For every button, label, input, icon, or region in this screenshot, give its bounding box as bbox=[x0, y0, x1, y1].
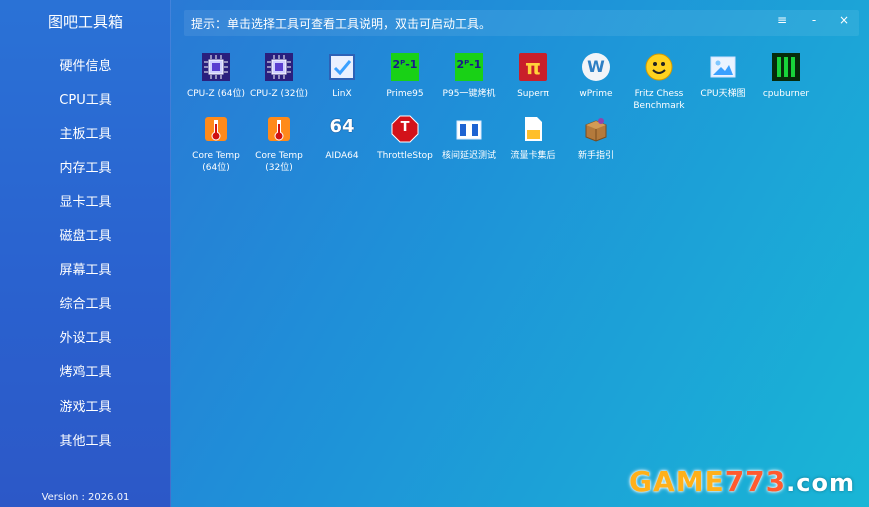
cpu-chip-icon bbox=[265, 53, 293, 81]
tool-fritz-chess[interactable]: Fritz Chess Benchmark bbox=[627, 53, 691, 112]
prime-formula-glyph: 2ᴾ-1 bbox=[456, 58, 482, 71]
prime-formula-glyph: 2ᴾ-1 bbox=[392, 58, 418, 71]
thermometer-icon bbox=[265, 115, 293, 143]
sidebar-item-disk-tools[interactable]: 磁盘工具 bbox=[0, 225, 171, 244]
menu-icon[interactable]: ≡ bbox=[772, 13, 792, 33]
watermark-part1: GAME bbox=[629, 465, 725, 498]
tool-label: LinX bbox=[332, 89, 352, 99]
tool-wprime[interactable]: W wPrime bbox=[564, 53, 628, 100]
thermometer-icon bbox=[202, 115, 230, 143]
tool-data-card[interactable]: 流量卡集后 bbox=[501, 115, 565, 162]
tool-label: 流量卡集后 bbox=[510, 151, 556, 161]
tool-label: wPrime bbox=[579, 89, 613, 99]
window-panels-icon bbox=[455, 115, 483, 143]
tool-label: 核间延迟测试 bbox=[441, 151, 496, 161]
super-pi-icon: π bbox=[519, 53, 547, 81]
stop-sign-glyph: T bbox=[400, 120, 410, 135]
tool-label: cpuburner bbox=[762, 89, 810, 99]
tool-core-latency-test[interactable]: 核间延迟测试 bbox=[437, 115, 501, 162]
tool-label: Prime95 bbox=[386, 89, 424, 99]
sidebar-item-hardware-info[interactable]: 硬件信息 bbox=[0, 55, 171, 74]
sidebar-item-screen-tools[interactable]: 屏幕工具 bbox=[0, 259, 171, 278]
checkbox-icon bbox=[328, 53, 356, 81]
super-pi-glyph: π bbox=[525, 55, 541, 79]
sidebar-item-general-tools[interactable]: 综合工具 bbox=[0, 293, 171, 312]
minimize-icon[interactable]: - bbox=[804, 13, 824, 33]
app-title: 图吧工具箱 bbox=[47, 13, 123, 31]
sidebar-item-game-tools[interactable]: 游戏工具 bbox=[0, 396, 171, 415]
tool-label: 新手指引 bbox=[577, 151, 614, 161]
wprime-icon: W bbox=[582, 53, 610, 81]
sidebar-item-other-tools[interactable]: 其他工具 bbox=[0, 430, 171, 449]
picture-icon bbox=[709, 53, 737, 81]
package-icon bbox=[582, 115, 610, 143]
green-bars-icon bbox=[772, 53, 800, 81]
tool-super-pi[interactable]: π Superπ bbox=[501, 53, 565, 100]
sidebar-item-peripheral-tools[interactable]: 外设工具 bbox=[0, 327, 171, 346]
tool-label: Core Temp (64位) bbox=[192, 151, 240, 173]
tool-label: Core Temp (32位) bbox=[255, 151, 303, 173]
cpu-chip-icon bbox=[202, 53, 230, 81]
prime-formula-icon: 2ᴾ-1 bbox=[391, 53, 419, 81]
wprime-glyph: W bbox=[587, 57, 605, 76]
tool-label: CPU-Z (64位) bbox=[186, 89, 246, 99]
tool-label: Superπ bbox=[517, 89, 549, 99]
tool-p95-one-click[interactable]: 2ᴾ-1 P95一键烤机 bbox=[437, 53, 501, 100]
tool-core-temp-32[interactable]: Core Temp (32位) bbox=[247, 115, 311, 174]
document-icon bbox=[519, 115, 547, 143]
tool-label: ThrottleStop bbox=[377, 151, 433, 161]
sidebar-item-stress-tools[interactable]: 烤鸡工具 bbox=[0, 361, 171, 380]
sidebar-item-cpu-tools[interactable]: CPU工具 bbox=[0, 89, 171, 108]
tool-linx[interactable]: LinX bbox=[310, 53, 374, 100]
close-icon[interactable]: × bbox=[834, 13, 854, 33]
sidebar: 图吧工具箱 硬件信息 CPU工具 主板工具 内存工具 显卡工具 磁盘工具 屏幕工… bbox=[0, 0, 171, 507]
tool-core-temp-64[interactable]: Core Temp (64位) bbox=[184, 115, 248, 174]
watermark-part3: .com bbox=[786, 469, 855, 497]
tool-prime95[interactable]: 2ᴾ-1 Prime95 bbox=[373, 53, 437, 100]
tool-cpuburner[interactable]: cpuburner bbox=[754, 53, 818, 100]
tool-cpu-ladder[interactable]: CPU天梯图 bbox=[691, 53, 755, 100]
watermark-part2: 773 bbox=[724, 465, 787, 498]
aida64-icon: 64 bbox=[328, 115, 356, 143]
top-bar: 提示：单击选择工具可查看工具说明，双击可启动工具。 ≡ - × bbox=[184, 10, 859, 36]
stop-sign-icon: T bbox=[391, 115, 419, 143]
aida64-glyph: 64 bbox=[329, 116, 355, 137]
tool-cpuz-32[interactable]: CPU-Z (32位) bbox=[247, 53, 311, 100]
tool-label: AIDA64 bbox=[325, 151, 359, 161]
sidebar-item-gpu-tools[interactable]: 显卡工具 bbox=[0, 191, 171, 210]
tool-label: Fritz Chess Benchmark bbox=[633, 89, 685, 111]
hint-text: 提示：单击选择工具可查看工具说明，双击可启动工具。 bbox=[191, 17, 492, 31]
tool-label: P95一键烤机 bbox=[442, 89, 496, 99]
tool-cpuz-64[interactable]: CPU-Z (64位) bbox=[184, 53, 248, 100]
smiley-face-icon bbox=[645, 53, 673, 81]
tool-throttlestop[interactable]: T ThrottleStop bbox=[373, 115, 437, 162]
watermark-logo: GAME773.com bbox=[629, 465, 855, 498]
tool-aida64[interactable]: 64 AIDA64 bbox=[310, 115, 374, 162]
sidebar-item-motherboard-tools[interactable]: 主板工具 bbox=[0, 123, 171, 142]
prime-formula-icon: 2ᴾ-1 bbox=[455, 53, 483, 81]
version-label: Version : 2026.01 bbox=[41, 492, 130, 503]
tool-label: CPU天梯图 bbox=[700, 89, 746, 99]
sidebar-item-memory-tools[interactable]: 内存工具 bbox=[0, 157, 171, 176]
tool-label: CPU-Z (32位) bbox=[249, 89, 309, 99]
tool-beginner-guide[interactable]: 新手指引 bbox=[564, 115, 628, 162]
